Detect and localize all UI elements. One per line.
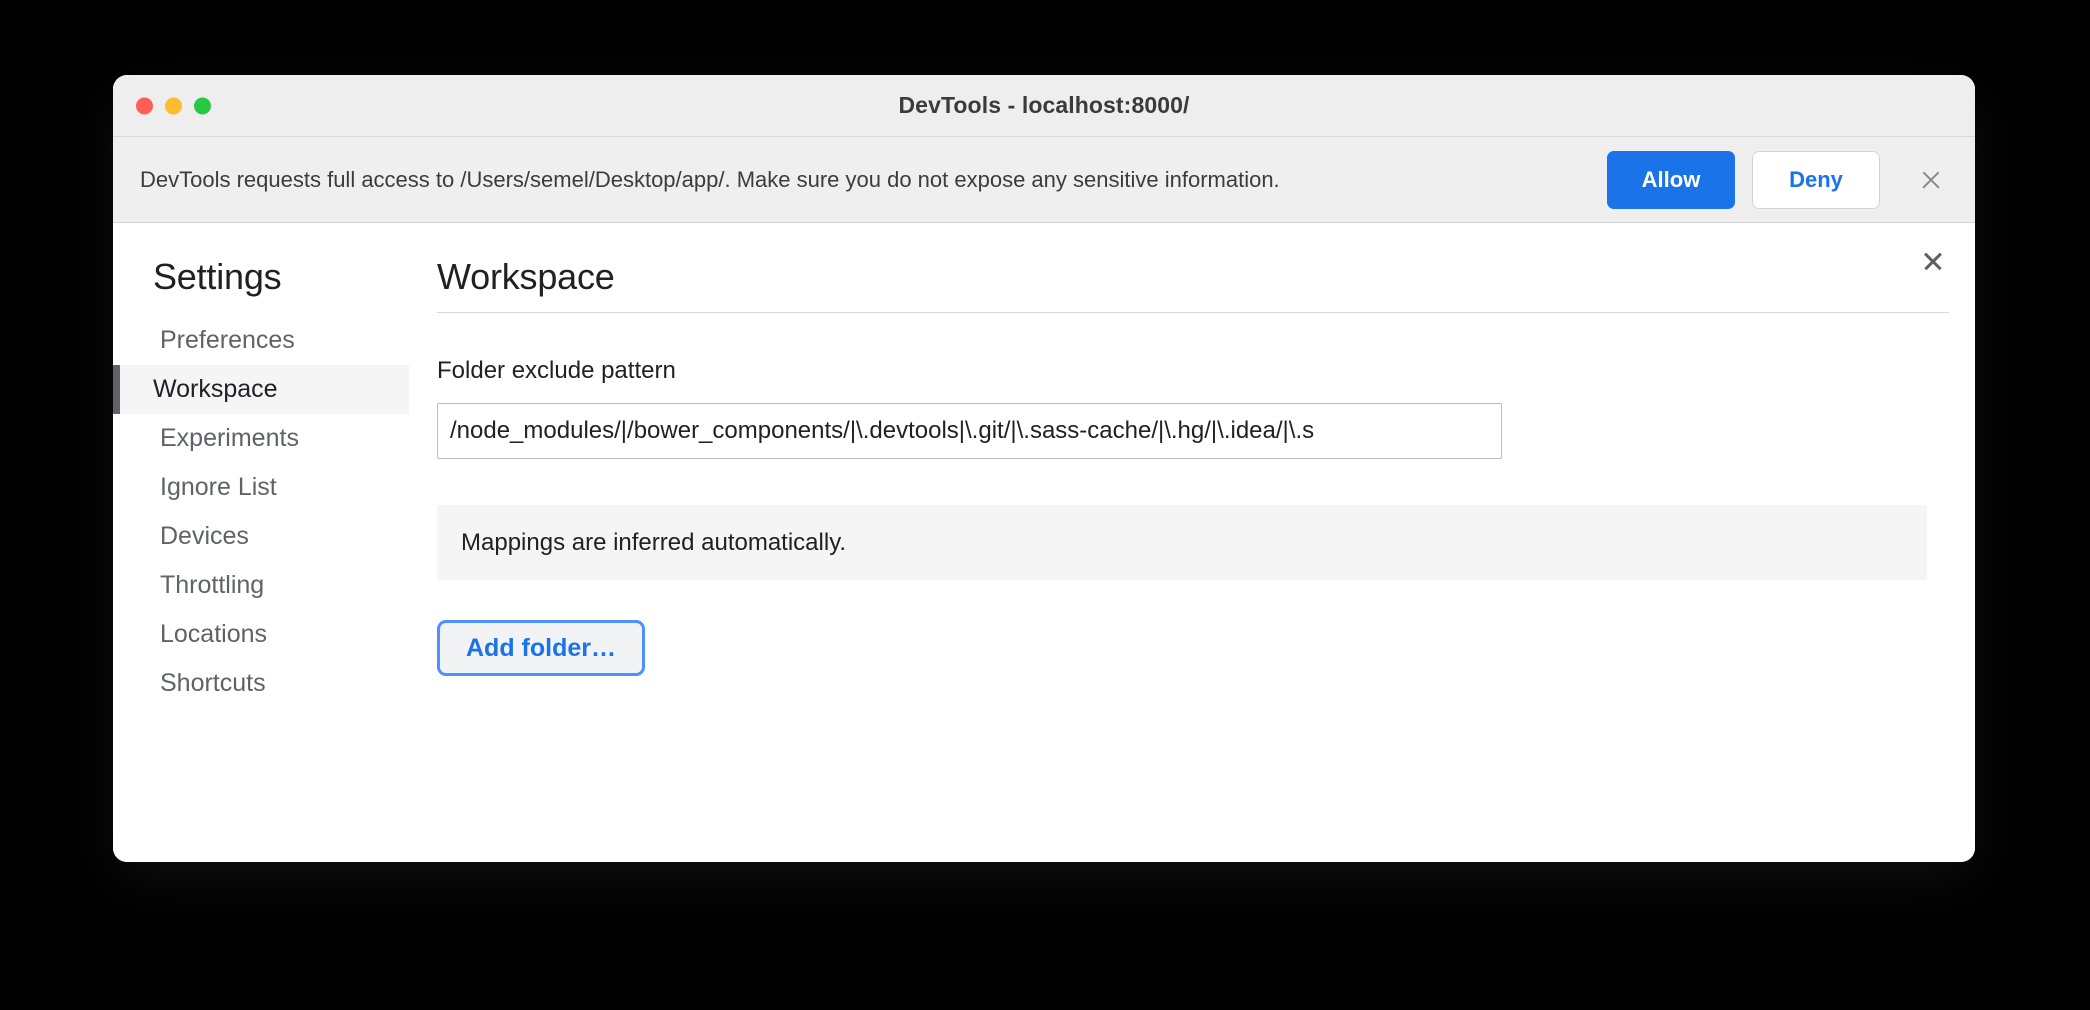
add-folder-button[interactable]: Add folder… xyxy=(437,620,645,676)
folder-exclude-pattern-input[interactable] xyxy=(437,403,1502,459)
sidebar-item-shortcuts[interactable]: Shortcuts xyxy=(113,659,409,708)
workspace-panel: Workspace Folder exclude pattern Mapping… xyxy=(409,223,1975,862)
window-title: DevTools - localhost:8000/ xyxy=(898,92,1190,118)
sidebar-item-preferences[interactable]: Preferences xyxy=(113,316,409,365)
banner-close-button[interactable] xyxy=(1909,158,1953,202)
settings-heading: Settings xyxy=(153,256,282,297)
window-minimize-button[interactable] xyxy=(165,97,182,114)
sidebar-item-label: Throttling xyxy=(160,571,265,599)
sidebar-item-label: Experiments xyxy=(160,424,299,452)
allow-button[interactable]: Allow xyxy=(1607,150,1735,209)
permission-banner: DevTools requests full access to /Users/… xyxy=(113,137,1975,223)
settings-sidebar: Settings Preferences Workspace Experimen… xyxy=(113,223,409,862)
sidebar-item-label: Shortcuts xyxy=(160,669,266,697)
sidebar-item-locations[interactable]: Locations xyxy=(113,610,409,659)
close-icon xyxy=(1920,169,1942,191)
folder-exclude-pattern-label: Folder exclude pattern xyxy=(437,357,676,384)
mappings-info-box: Mappings are inferred automatically. xyxy=(437,505,1927,580)
settings-close-button[interactable] xyxy=(1911,239,1955,283)
sidebar-item-label: Workspace xyxy=(153,375,278,403)
page-title: Workspace xyxy=(437,256,615,297)
sidebar-item-devices[interactable]: Devices xyxy=(113,512,409,561)
window-close-button[interactable] xyxy=(136,97,153,114)
traffic-lights xyxy=(136,97,211,114)
sidebar-item-label: Ignore List xyxy=(160,473,277,501)
mappings-info-text: Mappings are inferred automatically. xyxy=(461,528,847,556)
permission-banner-message: DevTools requests full access to /Users/… xyxy=(140,166,1280,192)
window-zoom-button[interactable] xyxy=(194,97,211,114)
sidebar-item-ignore-list[interactable]: Ignore List xyxy=(113,463,409,512)
sidebar-item-experiments[interactable]: Experiments xyxy=(113,414,409,463)
sidebar-item-throttling[interactable]: Throttling xyxy=(113,561,409,610)
desktop-background: DevTools - localhost:8000/ DevTools requ… xyxy=(0,0,2090,1010)
deny-button[interactable]: Deny xyxy=(1752,150,1880,209)
sidebar-item-label: Devices xyxy=(160,522,249,550)
window-titlebar: DevTools - localhost:8000/ xyxy=(113,75,1975,137)
panel-divider xyxy=(437,312,1949,313)
close-icon xyxy=(1922,250,1944,272)
settings-dialog: Settings Preferences Workspace Experimen… xyxy=(113,223,1975,862)
sidebar-item-workspace[interactable]: Workspace xyxy=(113,365,409,414)
sidebar-item-label: Preferences xyxy=(160,326,295,354)
sidebar-item-label: Locations xyxy=(160,620,268,648)
permission-banner-actions: Allow Deny xyxy=(1607,150,1975,209)
devtools-window: DevTools - localhost:8000/ DevTools requ… xyxy=(113,75,1975,862)
